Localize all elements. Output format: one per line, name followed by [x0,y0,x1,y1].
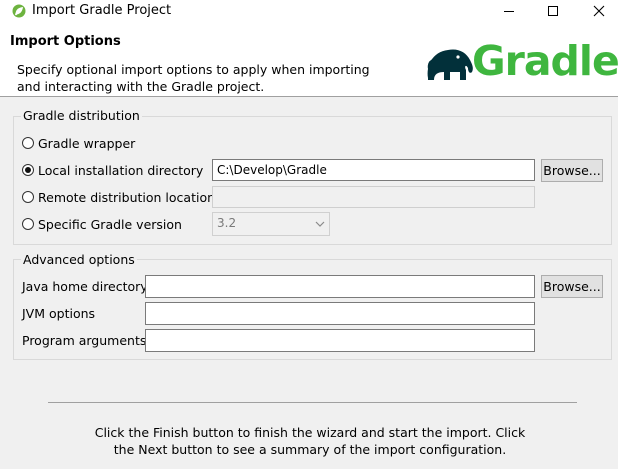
jvm-options-input[interactable] [145,302,535,325]
java-home-browse-button[interactable]: Browse... [541,275,603,298]
window-title: Import Gradle Project [32,3,172,18]
gradle-version-select[interactable]: 3.2 [212,212,330,236]
footer-divider [48,402,577,403]
maximize-button[interactable] [530,0,576,22]
maximize-icon [548,6,558,16]
java-home-input[interactable] [145,275,535,298]
page-title: Import Options [10,34,121,49]
close-button[interactable] [576,0,618,22]
remote-distribution-label[interactable]: Remote distribution location [38,190,215,206]
gradle-wrapper-radio[interactable] [22,137,34,149]
specific-version-radio[interactable] [22,218,34,230]
gradle-wrapper-label[interactable]: Gradle wrapper [38,136,135,152]
close-icon [593,5,605,17]
title-bar: Import Gradle Project [0,0,618,22]
program-arguments-label: Program arguments [22,333,147,348]
chevron-down-icon [315,221,325,227]
minimize-button[interactable] [486,0,532,22]
page-description: Specify optional import options to apply… [17,62,370,94]
specific-version-label[interactable]: Specific Gradle version [38,217,182,233]
spring-leaf-icon [12,4,26,18]
local-installation-radio[interactable] [22,164,34,176]
footer-instructions: Click the Finish button to finish the wi… [94,425,526,457]
local-installation-input[interactable]: C:\Develop\Gradle [212,159,535,181]
jvm-options-label: JVM options [22,306,96,321]
advanced-options-label: Advanced options [21,252,137,267]
gradle-version-value: 3.2 [217,216,237,230]
java-home-label: Java home directory [22,279,148,294]
gradle-logo-text: Gradle [472,37,618,85]
local-installation-browse-button[interactable]: Browse... [541,159,603,182]
minimize-icon [504,11,514,12]
remote-distribution-radio[interactable] [22,191,34,203]
program-arguments-input[interactable] [145,329,535,352]
local-installation-label[interactable]: Local installation directory [38,163,203,179]
gradle-distribution-label: Gradle distribution [21,108,142,123]
remote-distribution-input[interactable] [212,186,535,208]
